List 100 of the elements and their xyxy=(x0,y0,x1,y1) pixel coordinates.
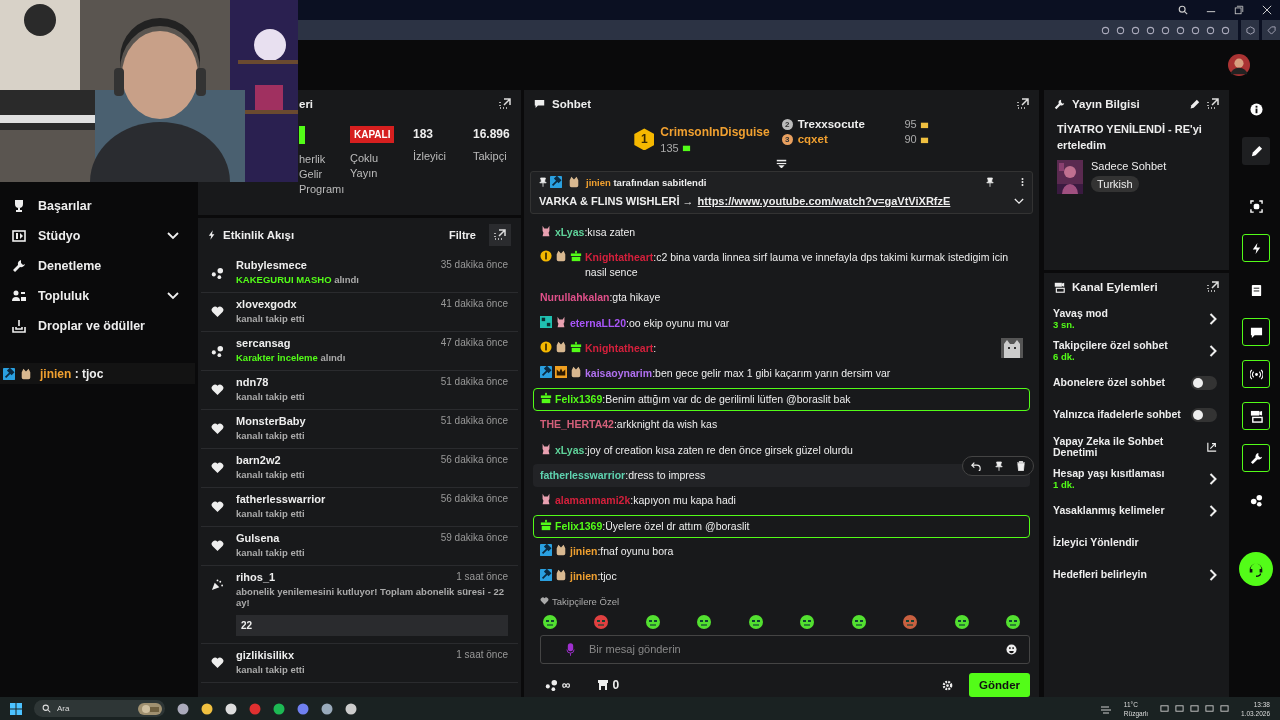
emote-icon[interactable] xyxy=(1004,612,1021,629)
chat-message[interactable]: Nurullahkalan:gta hikaye xyxy=(533,286,1030,310)
toggle-switch[interactable] xyxy=(1191,376,1217,390)
popout-icon[interactable] xyxy=(499,98,511,110)
rail-button[interactable] xyxy=(1242,137,1270,165)
collapse-icon[interactable] xyxy=(775,158,788,169)
pinned-message[interactable]: jinien tarafından sabitlendi VARKA & FLINS WISHLERİ → https://www.youtube.com/watch?v=gaVtViXRfzE xyxy=(530,171,1033,215)
windows-icon[interactable] xyxy=(10,702,22,715)
rail-button[interactable] xyxy=(1242,360,1270,388)
chat-message[interactable]: fatherlesswarrior:dress to impress xyxy=(533,463,1030,487)
emoji-icon[interactable] xyxy=(1006,643,1017,655)
toggle-switch[interactable] xyxy=(1191,408,1217,422)
search-icon[interactable] xyxy=(1178,5,1188,15)
restore-icon[interactable] xyxy=(1234,5,1244,15)
event-username[interactable]: rihos_1 xyxy=(236,571,276,583)
more-icon[interactable] xyxy=(1021,177,1024,188)
event-username[interactable]: sercansag xyxy=(236,337,291,349)
message-text: Felix1369:Benim attığım var dc de gerilimli lütfen @boraslit bak xyxy=(555,391,852,407)
taskbar-app-icon[interactable] xyxy=(225,702,237,715)
chevron-right-icon[interactable] xyxy=(1209,345,1217,357)
event-username[interactable]: MonsterBaby xyxy=(236,415,306,427)
taskbar-app-icon[interactable] xyxy=(177,702,189,715)
ai-button[interactable] xyxy=(1262,20,1280,40)
event-username[interactable]: barn2w2 xyxy=(236,454,281,466)
event-username[interactable]: Rubylesmece xyxy=(236,259,307,271)
message-field[interactable]: Bir mesaj gönderin xyxy=(587,642,994,657)
chat-message[interactable]: eternaLL20:oo ekip oyunu mu var xyxy=(533,311,1030,335)
close-icon[interactable] xyxy=(1262,5,1272,15)
settings-icon[interactable] xyxy=(942,679,954,691)
trash-icon[interactable] xyxy=(1017,460,1025,471)
emote-icon[interactable] xyxy=(644,612,661,629)
taskbar-app-icon[interactable] xyxy=(345,702,357,715)
chevron-down-icon[interactable] xyxy=(167,232,179,240)
taskbar-app-icon[interactable] xyxy=(321,702,333,715)
sidebar-item[interactable]: Denetleme xyxy=(0,251,195,281)
chat-message[interactable]: Felix1369:Üyelere özel dr attım @boraslit xyxy=(533,514,1030,538)
rail-button[interactable] xyxy=(1242,318,1270,346)
chevron-right-icon[interactable] xyxy=(1209,569,1217,581)
leader-name[interactable]: cqxet xyxy=(797,133,886,145)
chevron-down-icon[interactable] xyxy=(1014,197,1024,205)
chat-message[interactable]: THE_HERTA42:arkknight da wish kas xyxy=(533,413,1030,437)
chat-message[interactable]: kaisaoynarim:ben gece gelir max 1 gibi kaçarım yarın dersim var xyxy=(533,362,1030,386)
sidebar-item[interactable]: Stüdyo xyxy=(0,221,195,251)
chevron-right-icon[interactable] xyxy=(1209,473,1217,485)
event-username[interactable]: xlovexgodx xyxy=(236,298,297,310)
event-username[interactable]: Gulsena xyxy=(236,532,280,544)
emote-icon[interactable] xyxy=(902,612,919,629)
sidebar-item[interactable]: Topluluk xyxy=(0,281,195,311)
chat-message[interactable]: alamanmami2k:kapıyon mu kapa hadi xyxy=(533,489,1030,513)
microphone-icon[interactable] xyxy=(566,642,575,656)
filter-button[interactable]: Filtre xyxy=(449,229,476,241)
emote-icon[interactable] xyxy=(953,612,970,629)
send-button[interactable]: Gönder xyxy=(969,673,1030,697)
event-username[interactable]: fatherlesswarrior xyxy=(236,493,326,505)
chat-message[interactable]: Felix1369:Benim attığım var dc de gerilimli lütfen @boraslit bak xyxy=(533,387,1030,411)
popout-icon[interactable] xyxy=(1017,98,1029,110)
chevron-right-icon[interactable] xyxy=(1209,505,1217,517)
shop-icon[interactable] xyxy=(596,679,609,691)
emote-icon[interactable] xyxy=(696,612,713,629)
category-name[interactable]: Sadece Sohbet xyxy=(1091,160,1167,172)
extension-button[interactable] xyxy=(1241,20,1259,40)
search-field[interactable]: Ara xyxy=(34,700,165,717)
emote-icon[interactable] xyxy=(799,612,816,629)
emote-icon[interactable] xyxy=(593,612,610,629)
leader-name[interactable]: CrimsonInDisguise xyxy=(660,124,770,139)
leader-name[interactable]: Trexxsocute xyxy=(797,118,886,130)
message-input[interactable]: Bir mesaj gönderin xyxy=(540,634,1030,664)
chat-message[interactable]: jinien:tjoc xyxy=(533,565,1030,589)
event-text: kanalı takip etti xyxy=(236,430,306,441)
rail-button[interactable] xyxy=(1242,234,1270,262)
sidebar-item[interactable]: Droplar ve ödüller xyxy=(0,311,195,341)
rail-button[interactable] xyxy=(1242,444,1270,472)
popout-icon[interactable] xyxy=(494,229,506,241)
chat-message[interactable]: Knightatheart:c2 bina varda linnea sirf lauma ve innefayla dps takimi kurmak istedigim icin nasil sence xyxy=(533,245,1030,284)
pencil-icon[interactable] xyxy=(1189,98,1200,110)
pin-icon[interactable] xyxy=(995,460,1003,471)
sidebar-item[interactable]: Başarılar xyxy=(0,191,195,221)
popout-icon[interactable] xyxy=(1207,281,1219,293)
taskbar-app-icon[interactable] xyxy=(273,702,285,715)
taskbar-app-icon[interactable] xyxy=(201,702,213,715)
chat-message[interactable]: jinien:fnaf oyunu bora xyxy=(533,540,1030,563)
chat-message[interactable]: xLyas:kısa zaten xyxy=(533,220,1030,244)
external-link-icon[interactable] xyxy=(1207,442,1217,452)
emote-icon[interactable] xyxy=(747,612,764,629)
support-button[interactable] xyxy=(1239,552,1273,586)
event-username[interactable]: ndn78 xyxy=(236,376,269,388)
emote-icon[interactable] xyxy=(850,612,867,629)
chevron-right-icon[interactable] xyxy=(1209,313,1217,325)
dots-icon[interactable] xyxy=(545,679,558,691)
chevron-down-icon[interactable] xyxy=(167,292,179,300)
pinned-link[interactable]: https://www.youtube.com/watch?v=gaVtViXRfzE xyxy=(697,195,1010,208)
chat-message[interactable]: xLyas:joy of creation kısa zaten re den önce girsek güzel olurdu xyxy=(533,438,1030,462)
emote-icon[interactable] xyxy=(542,612,558,629)
event-username[interactable]: gizlikisilikx xyxy=(236,649,295,661)
avatar[interactable] xyxy=(1228,54,1250,76)
popout-button[interactable] xyxy=(489,224,511,246)
reply-icon[interactable] xyxy=(971,460,981,471)
popout-icon[interactable] xyxy=(1207,98,1219,110)
pin-icon[interactable] xyxy=(986,177,994,188)
rail-button[interactable] xyxy=(1242,402,1270,430)
